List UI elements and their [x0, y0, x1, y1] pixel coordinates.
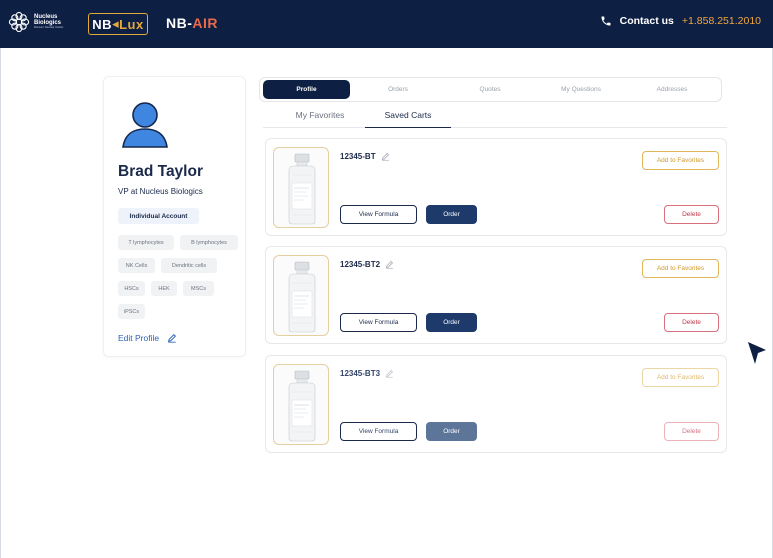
tab-addresses[interactable]: Addresses [628, 80, 716, 99]
product-thumbnail [273, 255, 329, 336]
product-thumbnail [273, 147, 329, 228]
cell-type-tag: HEK [151, 281, 177, 296]
cell-type-tag: MSCs [183, 281, 214, 296]
profile-job-title: VP at Nucleus Biologics [118, 187, 203, 196]
saved-cart-card: 12345-BT3 View Formula Order Add to Favo… [265, 355, 727, 453]
order-button[interactable]: Order [426, 422, 477, 441]
nucleus-biologics-logo[interactable]: Nucleus Biologics Discover. Develop. Del… [8, 11, 64, 33]
phone-icon [601, 16, 611, 26]
media-bottle-image [288, 261, 316, 333]
nb-lux-logo-arrow-icon: ◂ [112, 16, 120, 31]
profile-card: Brad Taylor VP at Nucleus Biologics Indi… [103, 76, 246, 357]
account-tabs: Profile Orders Quotes My Questions Addre… [259, 77, 722, 102]
nb-lux-logo-suffix: Lux [119, 16, 144, 32]
saved-cart-card: 12345-BT View Formula Order Add to Favor… [265, 138, 727, 236]
saved-cart-card: 12345-BT2 View Formula Order Add to Favo… [265, 246, 727, 344]
nb-air-logo[interactable]: NB-AIR [166, 15, 218, 31]
add-to-favorites-button[interactable]: Add to Favorites [642, 259, 719, 278]
contact-phone-number[interactable]: +1.858.251.2010 [682, 15, 761, 27]
media-bottle-image [288, 153, 316, 225]
order-button[interactable]: Order [426, 205, 477, 224]
nb-air-logo-suffix: AIR [192, 15, 219, 31]
cart-sku-label: 12345-BT2 [340, 260, 381, 269]
brand-tagline: Discover. Develop. Deliver. [34, 26, 64, 29]
view-formula-button[interactable]: View Formula [340, 313, 417, 332]
pencil-icon [168, 333, 177, 343]
contact-us-label: Contact us [619, 15, 674, 27]
tab-my-questions[interactable]: My Questions [537, 80, 625, 99]
delete-button[interactable]: Delete [664, 313, 719, 332]
nb-air-logo-prefix: NB- [166, 15, 193, 31]
cell-type-tag: HSCs [118, 281, 145, 296]
profile-name: Brad Taylor [118, 163, 203, 180]
brand-wordmark: Nucleus Biologics Discover. Develop. Del… [34, 14, 64, 30]
tab-orders[interactable]: Orders [353, 80, 443, 99]
subtab-saved-carts[interactable]: Saved Carts [365, 110, 451, 128]
product-thumbnail [273, 364, 329, 445]
account-type-badge: Individual Account [118, 208, 199, 224]
cell-type-tag: NK Cells [118, 258, 155, 273]
tab-quotes[interactable]: Quotes [446, 80, 534, 99]
cart-sku: 12345-BT3 [340, 369, 394, 378]
cart-sku-label: 12345-BT [340, 152, 376, 161]
cell-type-tag: B lymphocytes [180, 235, 238, 250]
edit-profile-link[interactable]: Edit Profile [118, 333, 177, 343]
add-to-favorites-button[interactable]: Add to Favorites [642, 368, 719, 387]
mouse-pointer-icon [748, 342, 766, 364]
nucleus-flower-icon [8, 11, 30, 33]
contact-us-link[interactable]: Contact us +1.858.251.2010 [600, 15, 761, 27]
nb-lux-logo-prefix: NB [92, 16, 113, 32]
add-to-favorites-button[interactable]: Add to Favorites [642, 151, 719, 170]
cart-sku-label: 12345-BT3 [340, 369, 381, 378]
edit-profile-label: Edit Profile [118, 333, 160, 343]
cell-type-tag: T lymphocytes [118, 235, 174, 250]
cart-sku: 12345-BT2 [340, 260, 394, 269]
tab-profile[interactable]: Profile [263, 80, 350, 99]
cell-type-tag: Dendritic cells [161, 258, 217, 273]
cell-type-tag: iPSCs [118, 304, 145, 319]
nb-lux-logo[interactable]: NB ◂ Lux [88, 13, 148, 35]
order-button[interactable]: Order [426, 313, 477, 332]
user-avatar-icon [122, 102, 168, 148]
pencil-icon[interactable] [385, 369, 394, 378]
media-bottle-image [288, 370, 316, 442]
profile-subtabs: My Favorites Saved Carts [263, 110, 727, 128]
delete-button[interactable]: Delete [664, 205, 719, 224]
pencil-icon[interactable] [381, 152, 390, 161]
delete-button[interactable]: Delete [664, 422, 719, 441]
pencil-icon[interactable] [385, 260, 394, 269]
cart-sku: 12345-BT [340, 152, 390, 161]
view-formula-button[interactable]: View Formula [340, 422, 417, 441]
view-formula-button[interactable]: View Formula [340, 205, 417, 224]
top-navigation-bar: Nucleus Biologics Discover. Develop. Del… [0, 0, 773, 48]
subtab-my-favorites[interactable]: My Favorites [277, 110, 363, 128]
